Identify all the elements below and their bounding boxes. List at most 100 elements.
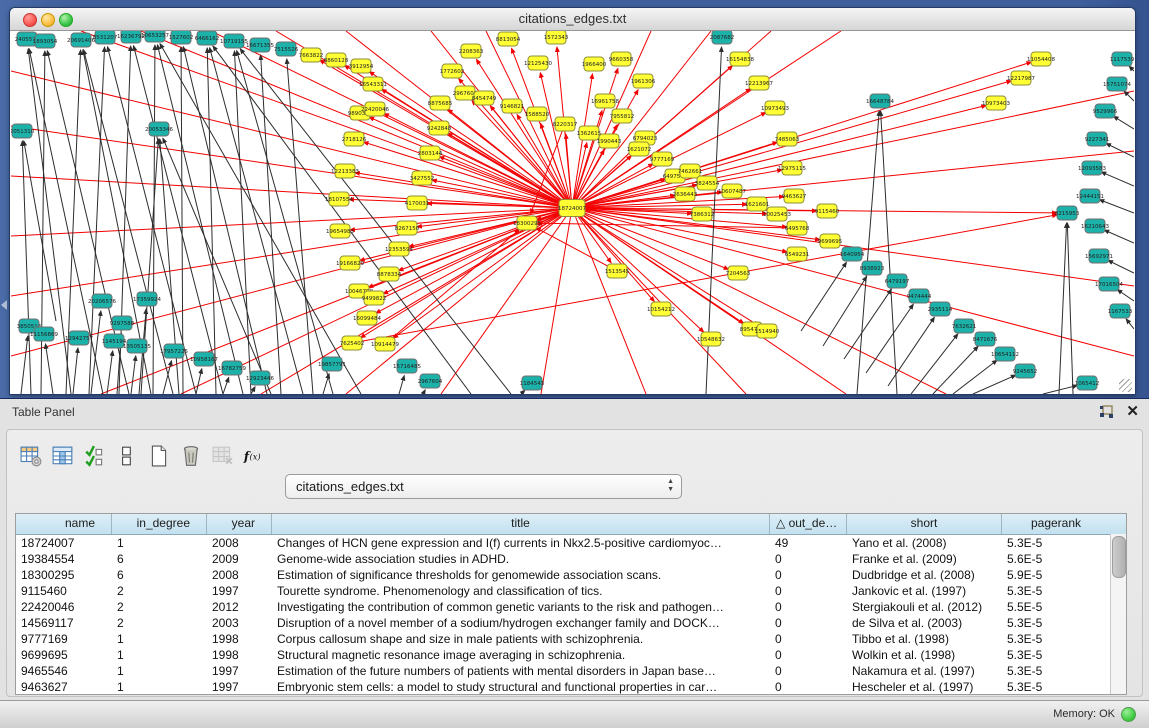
table-cell[interactable]: 1998 bbox=[207, 631, 272, 647]
graph-node[interactable]: 17359924 bbox=[133, 292, 161, 306]
table-cell[interactable]: Franke et al. (2009) bbox=[847, 551, 1002, 567]
table-cell[interactable]: 5.6E-5 bbox=[1002, 551, 1110, 567]
graph-node[interactable]: 8938923 bbox=[860, 261, 885, 275]
graph-edge[interactable] bbox=[1117, 290, 1134, 301]
graph-edge[interactable] bbox=[196, 369, 202, 394]
graph-node[interactable]: 7515526 bbox=[274, 42, 299, 56]
graph-node[interactable]: 20053346 bbox=[145, 122, 173, 136]
graph-node[interactable]: 10958167 bbox=[190, 352, 218, 366]
graph-node[interactable]: 10548632 bbox=[697, 332, 725, 346]
table-cell[interactable]: 0 bbox=[770, 615, 847, 631]
table-row[interactable]: 946554611997Estimation of the future num… bbox=[16, 663, 1126, 679]
graph-edge[interactable] bbox=[572, 74, 592, 208]
graph-edge[interactable] bbox=[181, 47, 183, 394]
graph-node[interactable]: 9777169 bbox=[650, 152, 675, 166]
graph-node[interactable]: 1513545 bbox=[605, 264, 630, 278]
table-cell[interactable]: Embryonic stem cells: a model to study s… bbox=[272, 679, 770, 695]
graph-node[interactable]: 12942757 bbox=[65, 331, 93, 345]
table-row[interactable]: 1830029562008Estimation of significance … bbox=[16, 567, 1126, 583]
graph-node[interactable]: 1640954 bbox=[840, 247, 865, 261]
graph-node[interactable]: 8860128 bbox=[324, 53, 349, 67]
graph-edge[interactable] bbox=[29, 49, 103, 394]
memory-ok-indicator-icon[interactable] bbox=[1121, 707, 1136, 722]
table-cell[interactable]: Jankovic et al. (1997) bbox=[847, 583, 1002, 599]
graph-node[interactable]: 16782759 bbox=[218, 361, 246, 375]
graph-edge[interactable] bbox=[572, 91, 1134, 208]
graph-node[interactable]: 4170031 bbox=[405, 196, 430, 210]
table-cell[interactable]: 49 bbox=[770, 535, 847, 551]
graph-node[interactable]: 1527602 bbox=[169, 31, 194, 44]
graph-node[interactable]: 2803144 bbox=[418, 146, 443, 160]
graph-edge[interactable] bbox=[521, 390, 525, 394]
show-columns-icon[interactable] bbox=[51, 444, 75, 468]
graph-node[interactable]: 20691406 bbox=[67, 33, 95, 47]
table-row[interactable]: 969969511998Structural magnetic resonanc… bbox=[16, 647, 1126, 663]
graph-node[interactable]: 16099484 bbox=[353, 311, 381, 325]
graph-edge[interactable] bbox=[73, 348, 78, 394]
graph-node[interactable]: 3427552 bbox=[410, 171, 435, 185]
graph-edge[interactable] bbox=[801, 262, 846, 331]
column-header-in_degree[interactable]: in_degree bbox=[112, 514, 207, 534]
table-cell[interactable]: Tibbo et al. (1998) bbox=[847, 631, 1002, 647]
graph-node[interactable]: 22420046 bbox=[361, 102, 389, 116]
table-mode-icon[interactable] bbox=[19, 444, 43, 468]
graph-edge[interactable] bbox=[157, 45, 243, 394]
table-cell[interactable]: 1997 bbox=[207, 583, 272, 599]
graph-node[interactable]: 8454749 bbox=[472, 91, 497, 105]
graph-node[interactable]: 11054408 bbox=[1027, 52, 1055, 66]
column-header-pagerank[interactable]: pagerank bbox=[1002, 514, 1110, 534]
graph-node[interactable]: 16543311 bbox=[359, 77, 387, 91]
graph-node[interactable]: 7955812 bbox=[610, 109, 635, 123]
table-cell[interactable]: 6 bbox=[112, 567, 207, 583]
table-cell[interactable]: 1998 bbox=[207, 647, 272, 663]
table-row[interactable]: 1938455462009Genome-wide association stu… bbox=[16, 551, 1126, 567]
graph-edge[interactable] bbox=[1108, 260, 1134, 273]
graph-node[interactable]: 10154212 bbox=[647, 302, 675, 316]
graph-edge[interactable] bbox=[572, 208, 1134, 356]
graph-node[interactable]: 11156869 bbox=[30, 327, 58, 341]
graph-node[interactable]: 16210643 bbox=[1081, 219, 1109, 233]
graph-node[interactable]: 15751074 bbox=[1103, 77, 1131, 91]
graph-node[interactable]: 15716485 bbox=[393, 359, 421, 373]
graph-node[interactable]: 9227341 bbox=[1085, 132, 1110, 146]
graph-node[interactable]: 9499822 bbox=[362, 291, 387, 305]
graph-edge[interactable] bbox=[911, 334, 958, 394]
table-cell[interactable]: Yano et al. (2008) bbox=[847, 535, 1002, 551]
table-cell[interactable]: 5.9E-5 bbox=[1002, 567, 1110, 583]
graph-node[interactable]: 19166829 bbox=[336, 256, 364, 270]
table-cell[interactable]: 19384554 bbox=[16, 551, 112, 567]
graph-edge[interactable] bbox=[1067, 223, 1073, 394]
table-cell[interactable]: 9777169 bbox=[16, 631, 112, 647]
table-cell[interactable]: 5.3E-5 bbox=[1002, 647, 1110, 663]
table-cell[interactable]: 0 bbox=[770, 631, 847, 647]
graph-edge[interactable] bbox=[21, 336, 28, 394]
table-cell[interactable]: Estimation of significance thresholds fo… bbox=[272, 567, 770, 583]
graph-node[interactable]: 10607487 bbox=[718, 184, 746, 198]
graph-node[interactable]: 13505135 bbox=[123, 339, 151, 353]
graph-node[interactable]: 18300295 bbox=[513, 216, 541, 230]
graph-edge[interactable] bbox=[163, 361, 172, 394]
graph-node[interactable]: 8813054 bbox=[496, 32, 521, 46]
graph-edge[interactable] bbox=[323, 374, 329, 394]
graph-node[interactable]: 18107554 bbox=[325, 192, 353, 206]
graph-node[interactable]: 9529966 bbox=[1093, 104, 1118, 118]
table-row[interactable]: 1872400712008Changes of HCN gene express… bbox=[16, 535, 1126, 551]
table-cell[interactable]: 9115460 bbox=[16, 583, 112, 599]
graph-node[interactable]: 10025453 bbox=[763, 207, 791, 221]
table-cell[interactable]: Nakamura et al. (1997) bbox=[847, 663, 1002, 679]
graph-node[interactable]: 16154838 bbox=[726, 52, 754, 66]
table-cell[interactable]: Dudbridge et al. (2008) bbox=[847, 567, 1002, 583]
graph-node[interactable]: 1621072 bbox=[627, 142, 652, 156]
table-cell[interactable]: 0 bbox=[770, 551, 847, 567]
graph-node[interactable]: 19654983 bbox=[326, 224, 354, 238]
graph-edge[interactable] bbox=[41, 51, 45, 394]
vertical-scrollbar[interactable] bbox=[1110, 534, 1126, 694]
graph-node[interactable]: 2636443 bbox=[673, 187, 698, 201]
table-cell[interactable]: 5.3E-5 bbox=[1002, 583, 1110, 599]
graph-node[interactable]: 17957225 bbox=[160, 344, 188, 358]
graph-node[interactable]: 10973493 bbox=[761, 101, 789, 115]
table-cell[interactable]: 0 bbox=[770, 647, 847, 663]
column-header-year[interactable]: year bbox=[207, 514, 272, 534]
graph-node[interactable]: 12975115 bbox=[778, 161, 806, 175]
graph-node[interactable]: 9660358 bbox=[609, 52, 634, 66]
